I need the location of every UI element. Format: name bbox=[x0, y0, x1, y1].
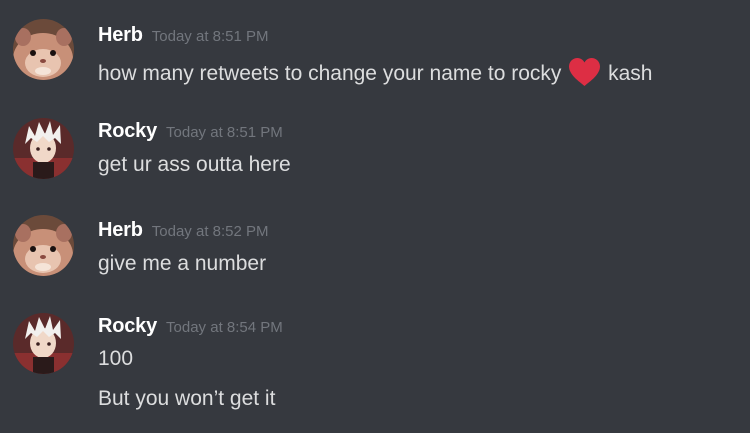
message-text: But you won’t get it bbox=[98, 387, 276, 410]
message-header: Herb Today at 8:52 PM bbox=[98, 219, 269, 242]
message-text: give me a number bbox=[98, 252, 267, 275]
timestamp: Today at 8:52 PM bbox=[151, 223, 269, 240]
username[interactable]: Herb bbox=[98, 24, 143, 46]
username[interactable]: Rocky bbox=[98, 315, 157, 337]
timestamp: Today at 8:54 PM bbox=[166, 319, 283, 336]
message-text: get ur ass outta here bbox=[98, 153, 291, 176]
message-text-segment: kash bbox=[608, 62, 653, 85]
message-text: how many retweets to change your name to… bbox=[98, 57, 652, 87]
anime-boy-avatar[interactable] bbox=[13, 313, 74, 374]
username[interactable]: Rocky bbox=[98, 120, 157, 142]
anime-boy-avatar[interactable] bbox=[13, 118, 74, 179]
timestamp: Today at 8:51 PM bbox=[151, 28, 269, 45]
hamster-avatar[interactable] bbox=[13, 215, 74, 276]
message-header: Rocky Today at 8:54 PM bbox=[98, 315, 283, 338]
message-header: Rocky Today at 8:51 PM bbox=[98, 120, 283, 143]
chat-messages: Herb Today at 8:51 PM how many retweets t… bbox=[0, 0, 750, 433]
red-heart-icon bbox=[568, 57, 601, 87]
username[interactable]: Herb bbox=[98, 219, 143, 241]
message-text: 100 bbox=[98, 347, 134, 370]
timestamp: Today at 8:51 PM bbox=[166, 124, 283, 141]
hamster-avatar[interactable] bbox=[13, 19, 74, 80]
message-text-segment: how many retweets to change your name to… bbox=[98, 62, 562, 85]
message-header: Herb Today at 8:51 PM bbox=[98, 24, 269, 47]
